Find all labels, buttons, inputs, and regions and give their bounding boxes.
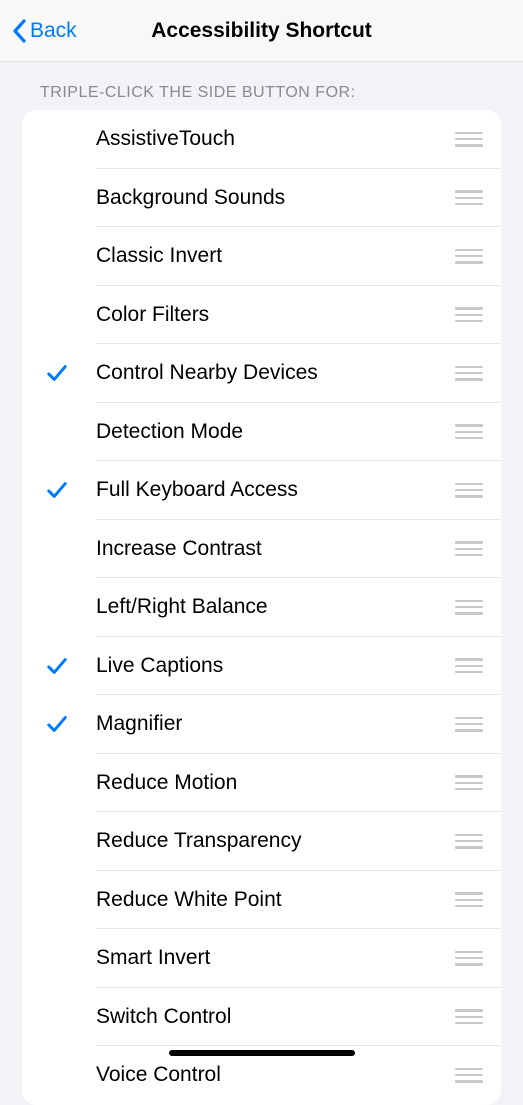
row-label: Live Captions [96,654,453,678]
row-label: Detection Mode [96,420,453,444]
list-item[interactable]: Live Captions [22,637,501,696]
drag-handle-icon[interactable] [453,892,483,907]
row-label: Reduce Transparency [96,829,453,853]
list-item[interactable]: Left/Right Balance [22,578,501,637]
row-label: Smart Invert [96,946,453,970]
list-item[interactable]: Classic Invert [22,227,501,286]
row-label: Full Keyboard Access [96,478,453,502]
checkmark-icon [46,655,68,677]
page-title: Accessibility Shortcut [0,19,523,43]
drag-handle-icon[interactable] [453,775,483,790]
row-label: Increase Contrast [96,537,453,561]
list-item[interactable]: Control Nearby Devices [22,344,501,403]
checkmark-icon [46,479,68,501]
check-slot [40,479,96,501]
drag-handle-icon[interactable] [453,541,483,556]
navigation-bar: Back Accessibility Shortcut [0,0,523,62]
row-label: Voice Control [96,1063,453,1087]
list-item[interactable]: Color Filters [22,286,501,345]
drag-handle-icon[interactable] [453,951,483,966]
row-label: Reduce Motion [96,771,453,795]
drag-handle-icon[interactable] [453,1068,483,1083]
row-label: Classic Invert [96,244,453,268]
check-slot [40,713,96,735]
row-label: Switch Control [96,1005,453,1029]
list-item[interactable]: Detection Mode [22,403,501,462]
shortcut-list: AssistiveTouch Background Sounds Classic I… [22,110,501,1105]
list-item[interactable]: Reduce Motion [22,754,501,813]
list-item[interactable]: AssistiveTouch [22,110,501,169]
row-label: Magnifier [96,712,453,736]
section-header: TRIPLE-CLICK THE SIDE BUTTON FOR: [0,62,523,110]
row-label: Left/Right Balance [96,595,453,619]
row-label: AssistiveTouch [96,127,453,151]
check-slot [40,362,96,384]
drag-handle-icon[interactable] [453,249,483,264]
list-item[interactable]: Switch Control [22,988,501,1047]
drag-handle-icon[interactable] [453,834,483,849]
row-label: Control Nearby Devices [96,361,453,385]
drag-handle-icon[interactable] [453,717,483,732]
row-label: Color Filters [96,303,453,327]
home-indicator[interactable] [169,1050,355,1056]
list-item[interactable]: Reduce Transparency [22,812,501,871]
drag-handle-icon[interactable] [453,307,483,322]
drag-handle-icon[interactable] [453,132,483,147]
list-item[interactable]: Smart Invert [22,929,501,988]
drag-handle-icon[interactable] [453,600,483,615]
drag-handle-icon[interactable] [453,366,483,381]
list-item[interactable]: Background Sounds [22,169,501,228]
back-button[interactable]: Back [0,19,77,43]
list-item[interactable]: Full Keyboard Access [22,461,501,520]
drag-handle-icon[interactable] [453,190,483,205]
drag-handle-icon[interactable] [453,1009,483,1024]
checkmark-icon [46,362,68,384]
back-label: Back [30,19,77,43]
drag-handle-icon[interactable] [453,658,483,673]
list-item[interactable]: Increase Contrast [22,520,501,579]
row-label: Background Sounds [96,186,453,210]
chevron-left-icon [12,19,26,43]
list-item[interactable]: Reduce White Point [22,871,501,930]
list-item[interactable]: Magnifier [22,695,501,754]
row-label: Reduce White Point [96,888,453,912]
drag-handle-icon[interactable] [453,424,483,439]
drag-handle-icon[interactable] [453,483,483,498]
checkmark-icon [46,713,68,735]
check-slot [40,655,96,677]
